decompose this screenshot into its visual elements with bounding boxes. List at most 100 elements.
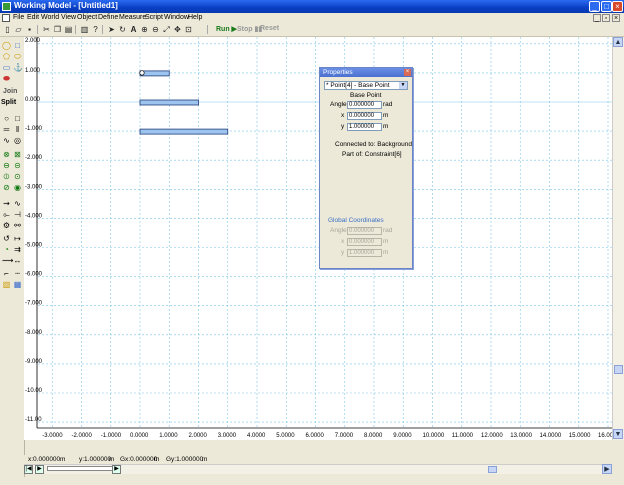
rotational-spring-icon[interactable]: ◔	[2, 245, 11, 254]
point-icon[interactable]: ○	[2, 114, 11, 123]
gear-icon[interactable]: ⚙	[2, 221, 11, 230]
motor-icon[interactable]: ↺	[2, 234, 11, 243]
line-tool-icon[interactable]: ⌐	[2, 269, 11, 278]
polygon-tool-icon[interactable]: ⬠	[2, 52, 11, 61]
reset-button[interactable]: Reset	[260, 25, 279, 32]
vertical-slot-icon[interactable]: ‖	[13, 125, 22, 134]
join-button[interactable]: Join	[3, 88, 17, 95]
frame-controls: |◀ ▶ ▶	[24, 464, 124, 474]
frame-play-button[interactable]: ▶	[35, 465, 44, 474]
zoom-fit-icon[interactable]: ⤢	[162, 25, 171, 34]
keyed-joint-icon[interactable]: ⊖	[2, 161, 11, 170]
slot-icon[interactable]: ═	[2, 125, 11, 134]
slider-control-icon[interactable]: ▦	[13, 280, 22, 289]
horizontal-scroll-thumb[interactable]	[488, 466, 497, 473]
curved-slot-icon[interactable]: ∿	[2, 136, 11, 145]
x-tick-label: 9.0000	[393, 433, 412, 439]
frame-next-button[interactable]: ▶	[112, 465, 121, 474]
square-point-icon[interactable]: □	[13, 114, 22, 123]
torque-icon[interactable]: ↔	[13, 256, 22, 265]
section-label: Base Point	[350, 92, 382, 99]
pin-joint-icon[interactable]: ⊗	[2, 150, 11, 159]
minimize-button[interactable]: _	[589, 1, 600, 12]
vertical-scroll-thumb[interactable]	[614, 365, 623, 374]
text-tool-icon[interactable]: A	[129, 25, 138, 34]
vertical-joint-icon[interactable]: ⦶	[2, 172, 11, 181]
rectangle-tool-icon[interactable]: □	[13, 41, 22, 50]
ellipse-tool-icon[interactable]: ⬬	[2, 74, 11, 83]
rigid-joint-icon[interactable]: ◎	[13, 136, 22, 145]
pulley-icon[interactable]: ⚯	[13, 221, 22, 230]
paste-icon[interactable]: ▤	[64, 25, 73, 34]
split-button[interactable]: Split	[1, 99, 16, 106]
scroll-down-arrow[interactable]: ▼	[613, 429, 623, 439]
meter-icon[interactable]: ▧	[2, 280, 11, 289]
x-tick-label: 8.0000	[364, 433, 383, 439]
y-tick-label: -1.000	[25, 126, 43, 132]
close-button[interactable]: ×	[612, 1, 623, 12]
menu-object[interactable]: Object	[77, 14, 97, 21]
y-field[interactable]: 1.000000	[347, 123, 382, 131]
square-joint-icon[interactable]: ⊠	[13, 150, 22, 159]
object-select[interactable]: * Point[4] - Base Point ▼	[324, 81, 408, 90]
part-of-text: Part of: Constraint[6]	[342, 151, 402, 158]
menu-measure[interactable]: Measure	[119, 14, 146, 21]
fixed-joint-icon[interactable]: ◉	[13, 183, 22, 192]
rope-icon[interactable]: ⟜	[2, 210, 11, 219]
track-icon[interactable]: ⊡	[184, 25, 193, 34]
anchor-icon[interactable]: ⚓	[13, 63, 23, 72]
zoom-in-icon[interactable]: ⊕	[140, 25, 149, 34]
linear-actuator-icon[interactable]: ⇉	[13, 245, 22, 254]
round-joint-icon[interactable]: ⊙	[13, 172, 22, 181]
arrow-pointer-icon[interactable]: ➤	[107, 25, 116, 34]
force-icon[interactable]: ⟿	[2, 256, 13, 265]
rotate-icon[interactable]: ↻	[118, 25, 127, 34]
window-title: Working Model - [Untitled1]	[14, 1, 118, 10]
angle-field[interactable]: 0.000000	[347, 101, 382, 109]
mdi-minimize-button[interactable]: _	[593, 14, 601, 22]
frame-first-button[interactable]: |◀	[24, 465, 33, 474]
menu-window[interactable]: Window	[164, 14, 189, 21]
mdi-close-button[interactable]: ×	[612, 14, 620, 22]
dashed-line-icon[interactable]: ┄	[13, 269, 22, 278]
menu-edit[interactable]: Edit	[27, 14, 39, 21]
run-button[interactable]: Run ▶	[216, 25, 237, 33]
new-file-icon[interactable]: ▯	[3, 25, 12, 34]
cut-icon[interactable]: ✂	[42, 25, 51, 34]
vertical-scrollbar[interactable]: ▲ ▼	[612, 37, 624, 440]
square-tool-icon[interactable]: ▭	[2, 63, 11, 72]
chevron-down-icon[interactable]: ▼	[399, 82, 407, 89]
menu-help[interactable]: Help	[188, 14, 202, 21]
slot-joint-icon[interactable]: ⊝	[13, 161, 22, 170]
actuator-icon[interactable]: ↦	[13, 234, 22, 243]
mdi-restore-button[interactable]: ▫	[602, 14, 610, 22]
scroll-right-arrow[interactable]: ▶	[602, 464, 612, 474]
curved-body-icon[interactable]: ⬭	[13, 52, 22, 61]
circle-tool-icon[interactable]: ◯	[2, 41, 11, 50]
menu-file[interactable]: File	[13, 14, 24, 21]
menu-view[interactable]: View	[61, 14, 76, 21]
help-icon[interactable]: ?	[91, 25, 100, 34]
menu-world[interactable]: World	[41, 14, 59, 21]
pan-icon[interactable]: ✥	[173, 25, 182, 34]
separator-icon[interactable]: ⊣	[13, 210, 22, 219]
save-icon[interactable]: ▪	[25, 25, 34, 34]
menu-define[interactable]: Define	[98, 14, 118, 21]
open-folder-icon[interactable]: ▱	[14, 25, 23, 34]
frame-slider[interactable]	[47, 466, 121, 471]
copy-icon[interactable]: ❐	[53, 25, 62, 34]
spring-icon[interactable]: ⇝	[2, 199, 11, 208]
menu-script[interactable]: Script	[145, 14, 163, 21]
workspace-canvas[interactable]: 2.000 1.000 0.000 -1.000 -2.000 -3.000 -4.000 -…	[24, 37, 612, 440]
zoom-out-icon[interactable]: ⊖	[151, 25, 160, 34]
scroll-up-arrow[interactable]: ▲	[613, 37, 623, 47]
print-icon[interactable]: ▥	[80, 25, 89, 34]
status-gx-unit: m	[154, 456, 160, 463]
maximize-button[interactable]: □	[601, 1, 612, 12]
global-x-field: 0.000000	[347, 238, 382, 246]
x-field[interactable]: 0.000000	[347, 112, 382, 120]
properties-close-button[interactable]: ×	[404, 69, 411, 76]
damper-icon[interactable]: ∿	[13, 199, 22, 208]
stop-button[interactable]: Stop ▮▮	[237, 25, 262, 33]
curve-joint-icon[interactable]: ⊘	[2, 183, 11, 192]
